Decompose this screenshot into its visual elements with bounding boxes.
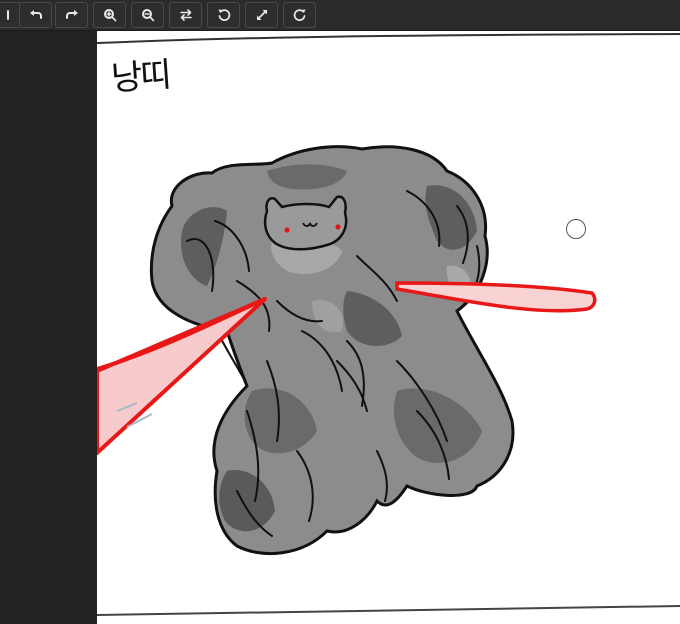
zoom-out-button[interactable]: [131, 2, 164, 28]
fit-screen-button[interactable]: [245, 2, 278, 28]
rotate-right-icon: [293, 8, 307, 22]
rotate-left-icon: [217, 8, 231, 22]
drawing-canvas[interactable]: 낭띠: [97, 31, 680, 624]
swap-icon: [179, 8, 193, 22]
handwritten-label: 낭띠: [110, 55, 171, 99]
redo-icon: [65, 8, 79, 22]
undo-button[interactable]: [19, 2, 52, 28]
menu-button[interactable]: [0, 2, 21, 28]
toolbar: [0, 0, 680, 31]
left-panel: [0, 31, 97, 624]
redo-button[interactable]: [55, 2, 88, 28]
undo-icon: [29, 8, 43, 22]
zoom-in-icon: [103, 8, 117, 22]
flip-button[interactable]: [169, 2, 202, 28]
menu-icon: [0, 8, 12, 22]
rotate-left-button[interactable]: [207, 2, 240, 28]
zoom-in-button[interactable]: [93, 2, 126, 28]
expand-icon: [255, 8, 269, 22]
brush-cursor: [566, 219, 586, 239]
zoom-out-icon: [141, 8, 155, 22]
sketch-artwork: 낭띠: [97, 33, 680, 616]
rotate-right-button[interactable]: [283, 2, 316, 28]
